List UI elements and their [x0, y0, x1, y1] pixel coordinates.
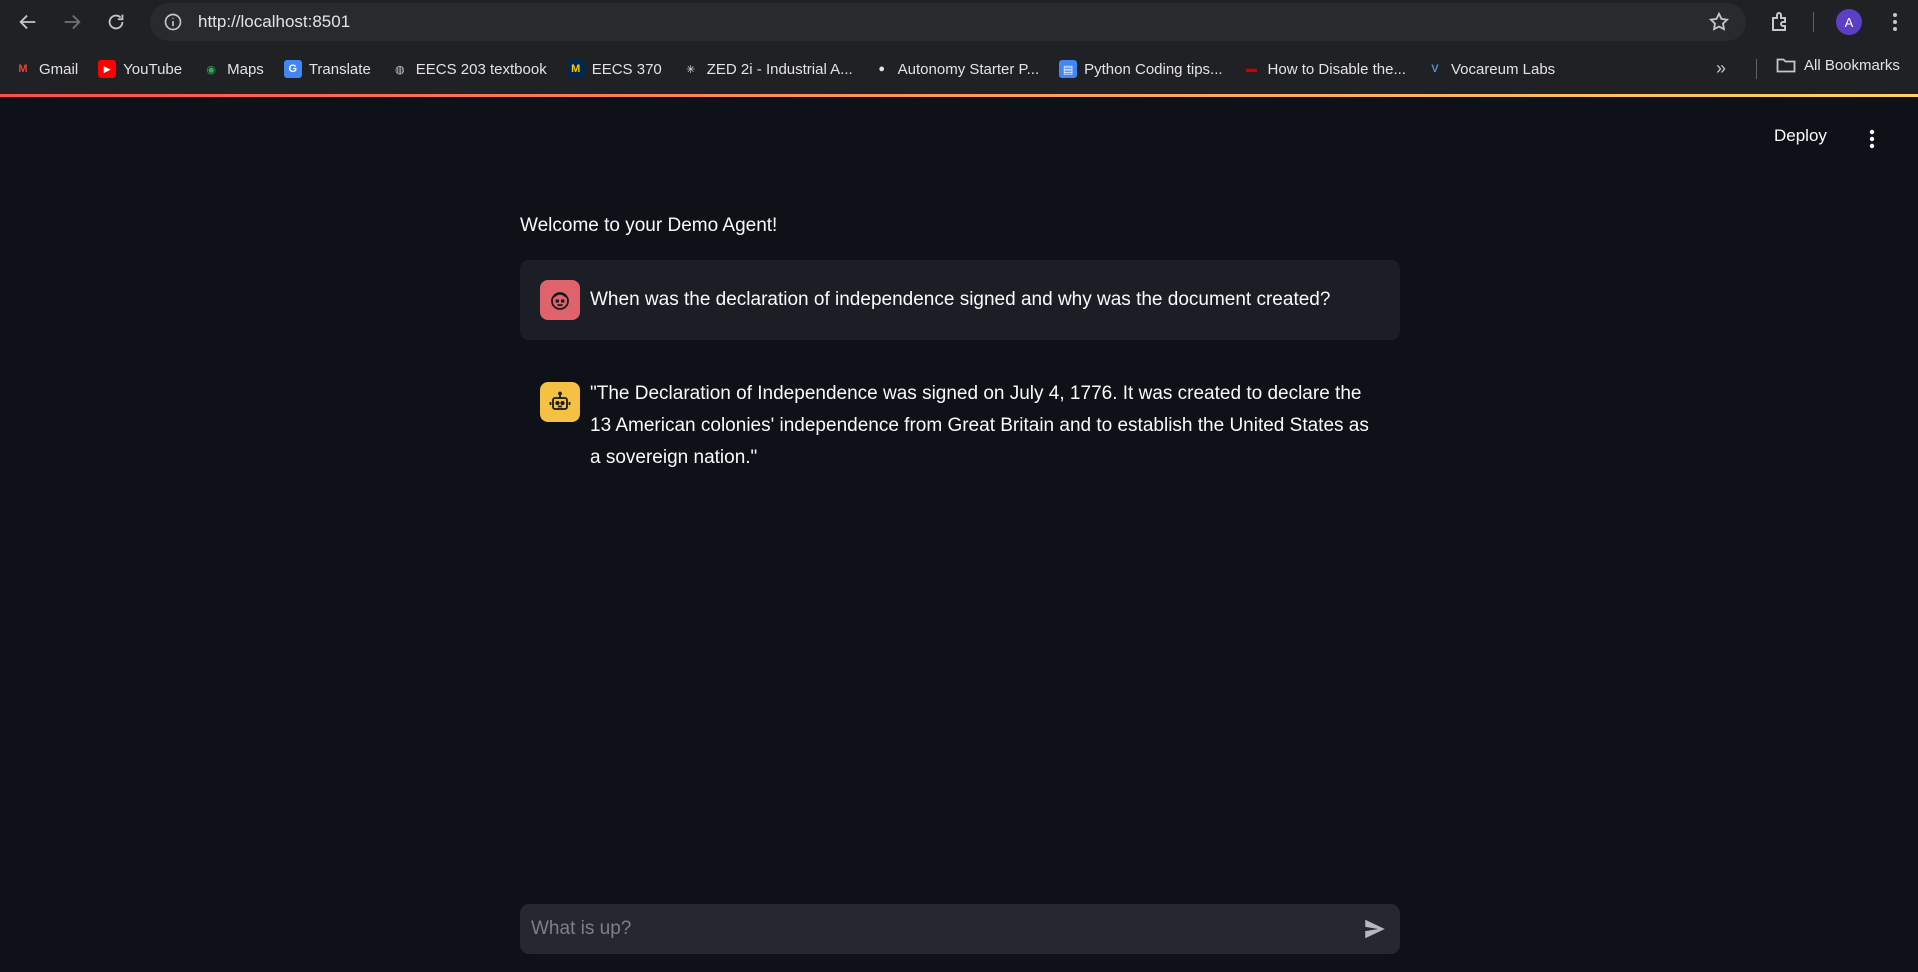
profile-avatar[interactable]: A [1836, 9, 1862, 35]
chat-message-user: When was the declaration of independence… [520, 260, 1400, 340]
hp-icon: ▬ [1246, 63, 1258, 75]
address-bar[interactable]: http://localhost:8501 [150, 3, 1746, 41]
michigan-icon: M [566, 60, 585, 78]
bookmarks-bar: M Gmail ▶ YouTube ◉ Maps G Translate ◍ EECS 203 t… [0, 44, 1918, 94]
main-menu-icon[interactable] [1865, 128, 1879, 150]
reload-button[interactable] [94, 0, 138, 44]
bookmark-label: EECS 370 [591, 60, 662, 78]
assistant-avatar [540, 382, 580, 422]
bookmark-label: How to Disable the... [1267, 60, 1406, 78]
bookmark-zed[interactable]: ✳ ZED 2i - Industrial A... [682, 60, 853, 78]
site-info-icon[interactable] [154, 3, 192, 41]
bookmark-youtube[interactable]: ▶ YouTube [98, 60, 182, 78]
bookmark-label: ZED 2i - Industrial A... [706, 60, 853, 78]
zed-icon: ✳ [686, 63, 696, 76]
github-icon: ● [878, 63, 885, 75]
welcome-text: Welcome to your Demo Agent! [520, 215, 778, 236]
toolbar-divider [1813, 12, 1814, 32]
bookmark-label: Vocareum Labs [1450, 60, 1556, 78]
bookmark-star-icon[interactable] [1708, 11, 1730, 33]
app-header-decoration [0, 94, 1918, 97]
bookmark-michigan[interactable]: M EECS 370 [566, 60, 662, 78]
docs-icon: ▤ [1059, 60, 1078, 78]
translate-icon: G [283, 60, 302, 78]
extensions-icon[interactable] [1768, 10, 1792, 34]
user-face-icon [551, 292, 569, 310]
bookmark-label: Maps [227, 60, 264, 78]
bookmark-label: YouTube [123, 60, 183, 78]
bookmark-gmail[interactable]: M Gmail [14, 60, 78, 78]
all-bookmarks-button[interactable]: All Bookmarks [1776, 56, 1900, 74]
gmail-icon: M [18, 63, 28, 75]
chat-message-assistant: "The Declaration of Independence was sig… [520, 360, 1400, 494]
back-arrow-icon [19, 14, 36, 30]
bookmark-label: Python Coding tips... [1084, 60, 1223, 78]
bookmark-docs[interactable]: ▤ Python Coding tips... [1059, 60, 1223, 78]
forward-button[interactable] [50, 0, 94, 44]
chat-input[interactable] [531, 918, 1331, 940]
user-avatar [540, 280, 580, 320]
forward-arrow-icon [64, 14, 81, 30]
chat-input-container [520, 904, 1400, 954]
vocareum-icon: V [1431, 63, 1439, 75]
more-bookmarks-chevron-icon[interactable]: » [1716, 58, 1726, 79]
globe-icon: ◍ [394, 63, 405, 76]
bookmark-hp[interactable]: ▬ How to Disable the... [1243, 60, 1406, 78]
chat-container: Welcome to your Demo Agent! When was the… [520, 215, 1400, 494]
url-text: http://localhost:8501 [198, 12, 351, 31]
bookmark-translate[interactable]: G Translate [283, 60, 371, 78]
deploy-button[interactable]: Deploy [1774, 126, 1827, 146]
all-bookmarks-label: All Bookmarks [1804, 56, 1900, 74]
message-text: "The Declaration of Independence was sig… [590, 383, 1369, 468]
back-button[interactable] [6, 0, 50, 44]
bookmarks-divider [1756, 59, 1757, 79]
maps-icon: ◉ [206, 63, 216, 76]
bookmark-label: Autonomy Starter P... [897, 60, 1040, 78]
folder-icon [1776, 58, 1796, 73]
bookmark-label: EECS 203 textbook [415, 60, 547, 78]
bookmark-label: Gmail [39, 60, 79, 78]
reload-icon [108, 14, 124, 30]
send-icon[interactable] [1362, 916, 1388, 942]
bookmark-maps[interactable]: ◉ Maps [202, 60, 264, 78]
bookmark-github[interactable]: ● Autonomy Starter P... [873, 60, 1039, 78]
bookmark-globe[interactable]: ◍ EECS 203 textbook [391, 60, 547, 78]
bookmark-vocareum[interactable]: V Vocareum Labs [1426, 60, 1555, 78]
message-text: When was the declaration of independence… [590, 289, 1331, 310]
bookmark-label: Translate [308, 60, 371, 78]
browser-menu-icon[interactable] [1884, 10, 1906, 34]
robot-icon [549, 391, 571, 410]
youtube-icon: ▶ [98, 60, 117, 78]
